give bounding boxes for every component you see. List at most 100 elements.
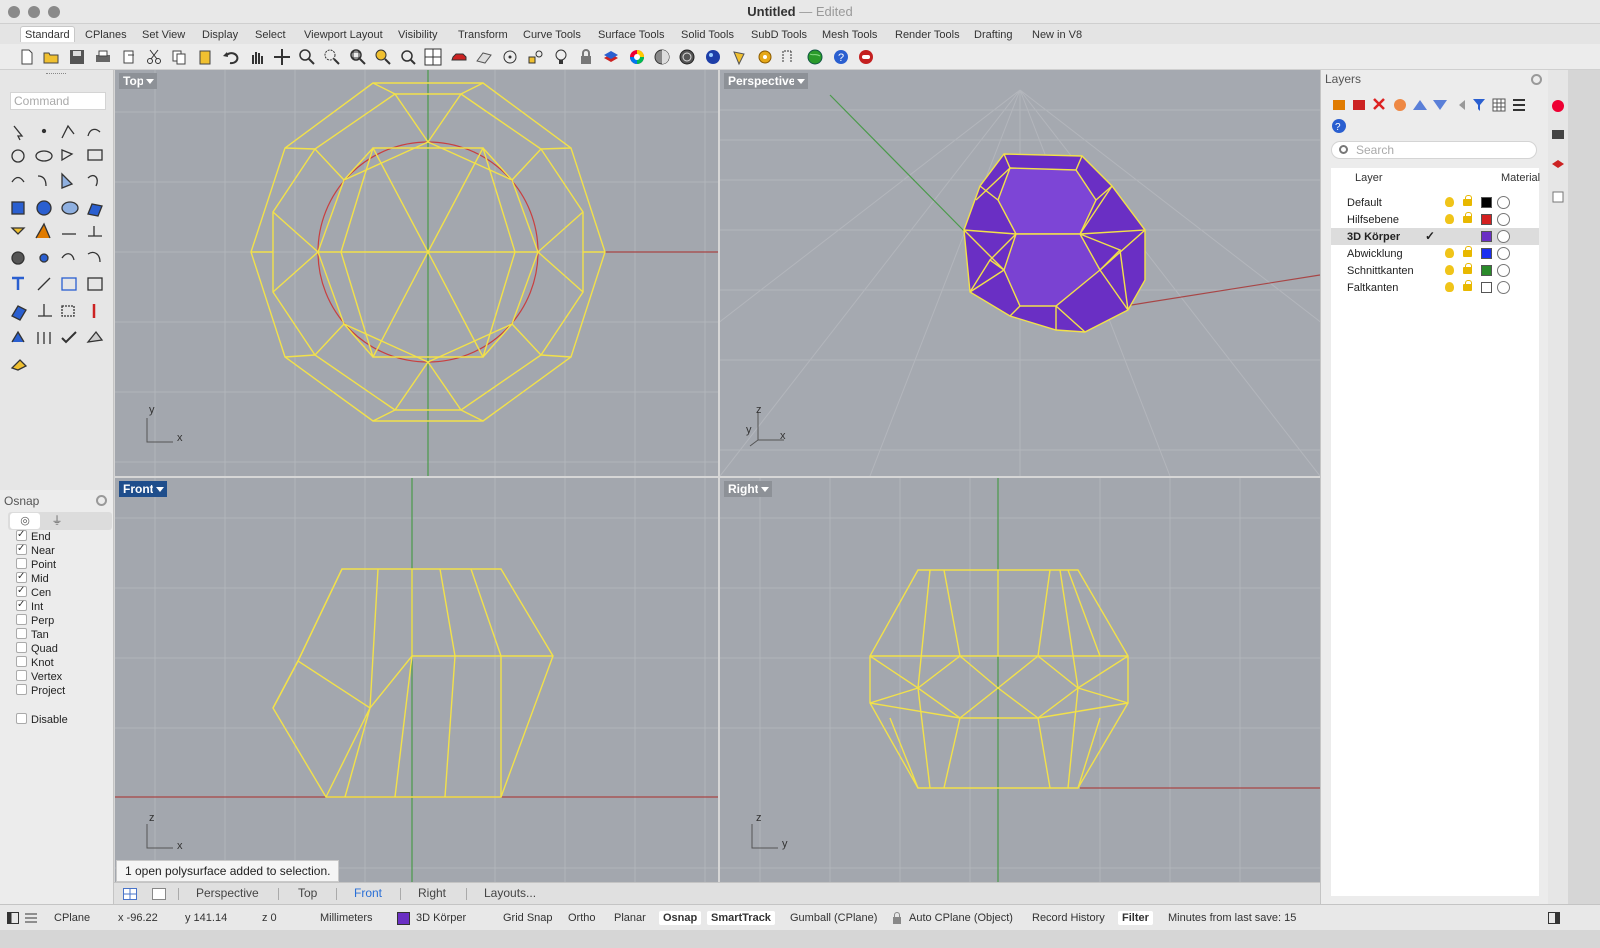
layer-search-input[interactable]: Search bbox=[1331, 141, 1537, 159]
tab-new-in-v8[interactable]: New in V8 bbox=[1028, 27, 1086, 43]
render-icon[interactable] bbox=[704, 48, 722, 66]
layer-row[interactable]: Schnittkanten bbox=[1331, 262, 1539, 279]
material-circle-icon[interactable] bbox=[1497, 230, 1510, 243]
smarttrack-toggle[interactable]: SmartTrack bbox=[707, 911, 775, 925]
osnap-tan[interactable]: Tan bbox=[16, 628, 49, 642]
palette-grip[interactable] bbox=[46, 73, 66, 76]
tab-standard[interactable]: Standard bbox=[20, 26, 75, 42]
unlock-icon[interactable] bbox=[1463, 195, 1472, 206]
layer-name[interactable]: Hilfsebene bbox=[1347, 214, 1399, 226]
tab-select[interactable]: Select bbox=[251, 27, 290, 43]
column-layer[interactable]: Layer bbox=[1355, 172, 1383, 184]
zoom-window-icon-tool[interactable] bbox=[323, 48, 341, 66]
checkbox-icon[interactable] bbox=[16, 599, 27, 611]
layer-row-current[interactable]: 3D Körper ✓ bbox=[1331, 228, 1539, 245]
new-file-icon[interactable] bbox=[18, 48, 36, 66]
light-bulb-icon[interactable] bbox=[552, 48, 570, 66]
viewport-front[interactable]: Front z x bbox=[115, 478, 718, 882]
rendered-sphere-icon[interactable] bbox=[678, 48, 696, 66]
perspective-view-canvas[interactable] bbox=[720, 70, 1320, 476]
tab-visibility[interactable]: Visibility bbox=[394, 27, 442, 43]
checkbox-icon[interactable] bbox=[16, 642, 27, 653]
osnap-knot[interactable]: Knot bbox=[16, 656, 54, 670]
shaded-sphere-icon[interactable] bbox=[653, 48, 671, 66]
tab-render-tools[interactable]: Render Tools bbox=[891, 27, 964, 43]
layers-stack-icon[interactable] bbox=[602, 48, 620, 66]
bulb-icon[interactable] bbox=[1445, 265, 1454, 275]
bulb-icon[interactable] bbox=[1445, 214, 1454, 224]
checkbox-icon[interactable] bbox=[16, 670, 27, 681]
viewport-dropdown-icon[interactable] bbox=[143, 73, 157, 89]
tab-transform[interactable]: Transform bbox=[454, 27, 512, 43]
units-label[interactable]: Millimeters bbox=[320, 912, 373, 924]
tab-viewport-layout[interactable]: Viewport Layout bbox=[300, 27, 387, 43]
cut-icon[interactable] bbox=[145, 48, 163, 66]
viewport-dropdown-icon[interactable] bbox=[153, 481, 167, 497]
material-circle-icon[interactable] bbox=[1497, 196, 1510, 209]
unlock-icon[interactable] bbox=[1463, 280, 1472, 291]
osnap-toggle[interactable]: Osnap bbox=[659, 911, 702, 925]
viewport-label[interactable]: Right bbox=[724, 481, 763, 497]
checkbox-icon[interactable] bbox=[16, 628, 27, 639]
osnap-vertex[interactable]: Vertex bbox=[16, 670, 62, 684]
viewport-dropdown-icon[interactable] bbox=[758, 481, 772, 497]
tab-front[interactable]: Front bbox=[354, 886, 382, 900]
unlock-icon[interactable] bbox=[1463, 263, 1472, 274]
layer-row[interactable]: Abwicklung bbox=[1331, 245, 1539, 262]
tab-set-view[interactable]: Set View bbox=[138, 27, 189, 43]
layer-color-swatch[interactable] bbox=[1481, 265, 1492, 276]
osnap-gear-icon[interactable] bbox=[96, 495, 107, 506]
layer-row[interactable]: Default bbox=[1331, 194, 1539, 211]
tab-cplanes[interactable]: CPlanes bbox=[81, 27, 131, 43]
unlock-icon[interactable] bbox=[1463, 212, 1472, 223]
unlock-icon[interactable] bbox=[1463, 246, 1472, 257]
checkbox-icon[interactable] bbox=[16, 684, 27, 695]
osnap-near[interactable]: Near bbox=[16, 543, 55, 558]
zoom-selected-icon[interactable] bbox=[374, 48, 392, 66]
material-circle-icon[interactable] bbox=[1497, 281, 1510, 294]
layers-gear-icon[interactable] bbox=[1531, 74, 1542, 85]
osnap-mid[interactable]: Mid bbox=[16, 571, 49, 586]
tab-curve-tools[interactable]: Curve Tools bbox=[519, 27, 585, 43]
single-view-layout-icon[interactable] bbox=[152, 888, 166, 900]
ortho-toggle[interactable]: Ortho bbox=[568, 912, 596, 924]
right-view-canvas[interactable] bbox=[720, 478, 1320, 882]
tab-layouts[interactable]: Layouts... bbox=[484, 886, 536, 900]
layer-row[interactable]: Hilfsebene bbox=[1331, 211, 1539, 228]
bulb-icon[interactable] bbox=[1445, 282, 1454, 292]
color-wheel-icon[interactable] bbox=[628, 48, 646, 66]
viewport-dropdown-icon[interactable] bbox=[794, 73, 808, 89]
material-circle-icon[interactable] bbox=[1497, 264, 1510, 277]
cplane-label[interactable]: CPlane bbox=[54, 912, 90, 924]
community-icon[interactable] bbox=[857, 48, 875, 66]
undo-view-icon[interactable] bbox=[399, 48, 417, 66]
layer-row[interactable]: Faltkanten bbox=[1331, 279, 1539, 296]
osnap-project[interactable]: Project bbox=[16, 684, 65, 698]
checkbox-icon[interactable] bbox=[16, 585, 27, 597]
osnap-target-tab[interactable]: ◎ bbox=[10, 513, 40, 529]
options-gear-icon[interactable] bbox=[756, 48, 774, 66]
osnap-int[interactable]: Int bbox=[16, 599, 43, 614]
sidebar-toggle-icon[interactable] bbox=[7, 912, 19, 924]
checkbox-icon[interactable] bbox=[16, 713, 27, 724]
osnap-filter-tab[interactable]: ⏚ bbox=[42, 513, 72, 529]
material-circle-icon[interactable] bbox=[1497, 213, 1510, 226]
layer-color-swatch[interactable] bbox=[1481, 197, 1492, 208]
list-toggle-icon[interactable] bbox=[25, 912, 37, 924]
dimension-icon[interactable] bbox=[781, 48, 799, 66]
viewport-top[interactable]: Top y x bbox=[115, 70, 718, 476]
command-input[interactable]: Command bbox=[10, 92, 106, 110]
material-circle-icon[interactable] bbox=[1497, 247, 1510, 260]
column-material[interactable]: Material bbox=[1501, 172, 1540, 184]
four-view-layout-icon[interactable] bbox=[123, 888, 137, 900]
tab-top[interactable]: Top bbox=[298, 886, 317, 900]
top-view-canvas[interactable] bbox=[115, 70, 718, 476]
pan-hand-icon[interactable] bbox=[248, 48, 266, 66]
grid-snap-toggle[interactable]: Grid Snap bbox=[503, 912, 553, 924]
layer-color-swatch[interactable] bbox=[1481, 282, 1492, 293]
checkbox-icon[interactable] bbox=[16, 571, 27, 583]
tab-display[interactable]: Display bbox=[198, 27, 242, 43]
zoom-extents-icon[interactable] bbox=[349, 48, 367, 66]
layer-name[interactable]: Schnittkanten bbox=[1347, 265, 1414, 277]
osnap-target-icon[interactable] bbox=[501, 48, 519, 66]
